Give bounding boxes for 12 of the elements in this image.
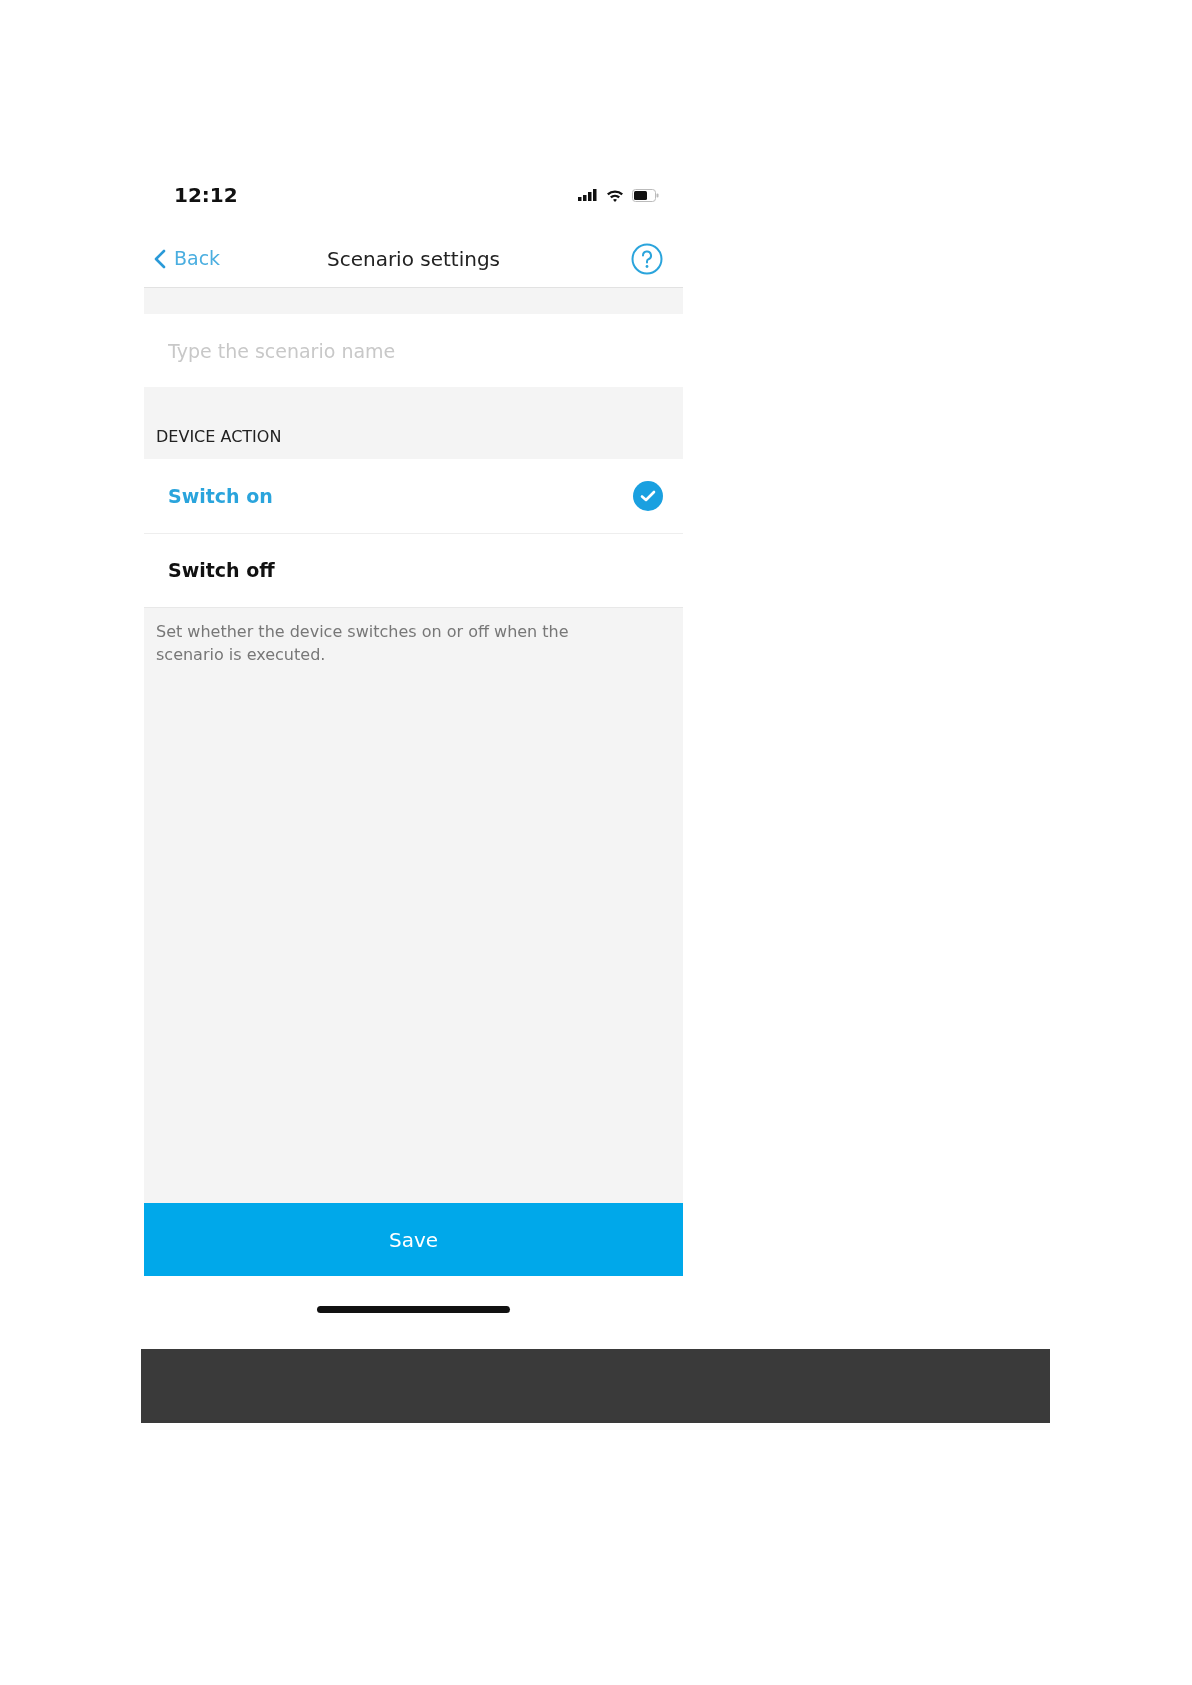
signal-icon bbox=[578, 189, 598, 201]
check-icon bbox=[633, 481, 663, 511]
status-time: 12:12 bbox=[174, 182, 238, 209]
screen-title: Scenario settings bbox=[326, 245, 501, 273]
help-button[interactable] bbox=[631, 242, 663, 275]
battery-icon bbox=[632, 188, 659, 202]
back-button[interactable]: Back bbox=[154, 244, 221, 273]
save-button[interactable]: Save bbox=[144, 1203, 683, 1276]
wifi-icon bbox=[606, 188, 624, 202]
chevron-left-icon bbox=[154, 248, 166, 269]
help-text: Set whether the device switches on or off when the scenario is executed. bbox=[155, 621, 570, 667]
section-header: DEVICE ACTION bbox=[155, 426, 283, 448]
